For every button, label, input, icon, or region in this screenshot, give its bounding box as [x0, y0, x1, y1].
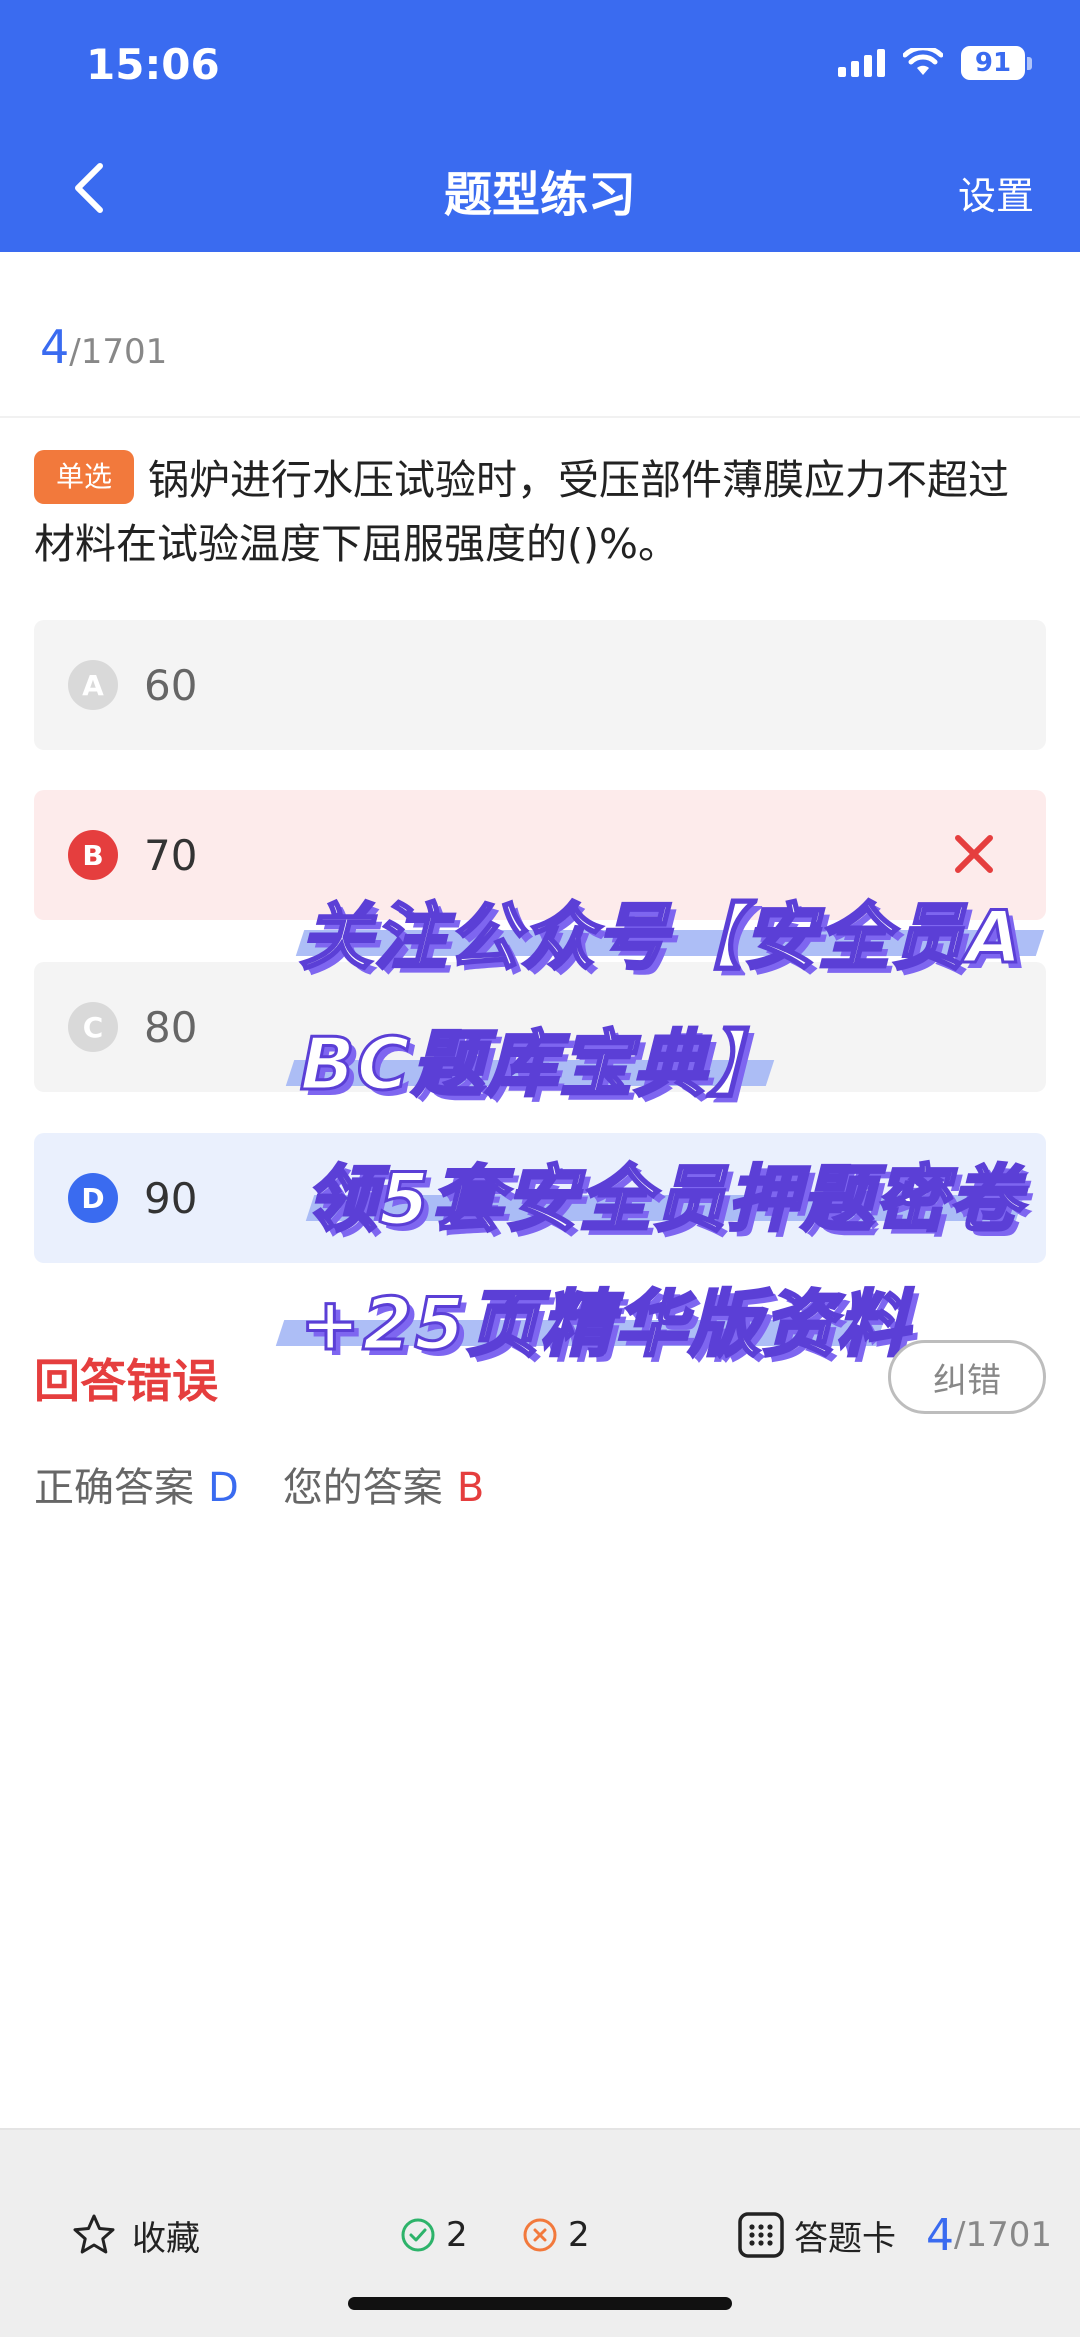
option-letter: C: [68, 1002, 118, 1052]
close-icon: [955, 835, 993, 873]
signal-icon: [838, 49, 885, 77]
option-text: 90: [144, 1173, 198, 1223]
page-title: 题型练习: [443, 167, 636, 223]
promo-line-3: 领5套安全员押题密卷: [303, 1156, 1024, 1243]
option-letter: A: [68, 660, 118, 710]
answer-card-button[interactable]: 答题卡: [736, 2130, 896, 2337]
settings-button[interactable]: 设置: [958, 165, 1034, 220]
back-button[interactable]: [60, 160, 116, 216]
answer-card-label: 答题卡: [794, 2218, 896, 2259]
report-error-button[interactable]: 纠错: [888, 1340, 1046, 1414]
correct-count-value: 2: [446, 2215, 468, 2255]
favorite-label: 收藏: [132, 2218, 200, 2259]
option-text: 80: [144, 1002, 198, 1052]
bottom-progress-total: /1701: [954, 2215, 1052, 2255]
my-answer-value: B: [456, 1465, 485, 1511]
bottom-progress-current: 4: [926, 2209, 954, 2261]
status-icons: 91: [838, 46, 1032, 80]
cross-circle-icon: [523, 2218, 557, 2252]
question-type-tag: 单选: [34, 450, 135, 504]
progress-total: /1701: [69, 332, 168, 372]
battery-icon: 91: [961, 46, 1032, 80]
option-a[interactable]: A 60: [34, 620, 1046, 750]
progress-current: 4: [40, 320, 70, 374]
star-icon: [73, 2214, 115, 2254]
favorite-button[interactable]: 收藏: [70, 2130, 200, 2337]
answer-summary: 正确答案 D 您的答案 B: [34, 1455, 484, 1513]
promo-line-2: BC题库宝典】: [299, 1021, 782, 1108]
battery-level: 91: [961, 46, 1025, 80]
wrong-count-value: 2: [568, 2215, 590, 2255]
option-letter: D: [68, 1173, 118, 1223]
option-letter: B: [68, 830, 118, 880]
correct-answer-value: D: [208, 1465, 239, 1511]
grid-icon: [738, 2212, 784, 2258]
result-status: 回答错误: [34, 1354, 218, 1408]
question-stem: 单选 锅炉进行水压试验时，受压部件薄膜应力不超过材料在试验温度下屈服强度的()%。: [34, 448, 1044, 576]
option-text: 70: [144, 830, 198, 880]
home-indicator: [348, 2297, 732, 2310]
check-circle-icon: [401, 2218, 435, 2252]
option-text: 60: [144, 660, 198, 710]
wifi-icon: [903, 48, 943, 75]
status-time: 15:06: [86, 40, 220, 89]
promo-line-4: +25页精华版资料: [299, 1281, 911, 1368]
bottom-progress: 4/1701: [926, 2130, 1052, 2337]
question-text: 锅炉进行水压试验时，受压部件薄膜应力不超过材料在试验温度下屈服强度的()%。: [34, 456, 1010, 568]
back-arrow-icon: [75, 163, 103, 213]
correct-answer-label: 正确答案: [34, 1465, 194, 1511]
app-header: 15:06 91 题型练习 设置: [0, 0, 1080, 252]
question-progress: 4/1701: [40, 320, 167, 374]
promo-line-1: 关注公众号【安全员A: [299, 894, 1024, 981]
my-answer-label: 您的答案: [282, 1465, 443, 1511]
divider: [0, 416, 1080, 418]
